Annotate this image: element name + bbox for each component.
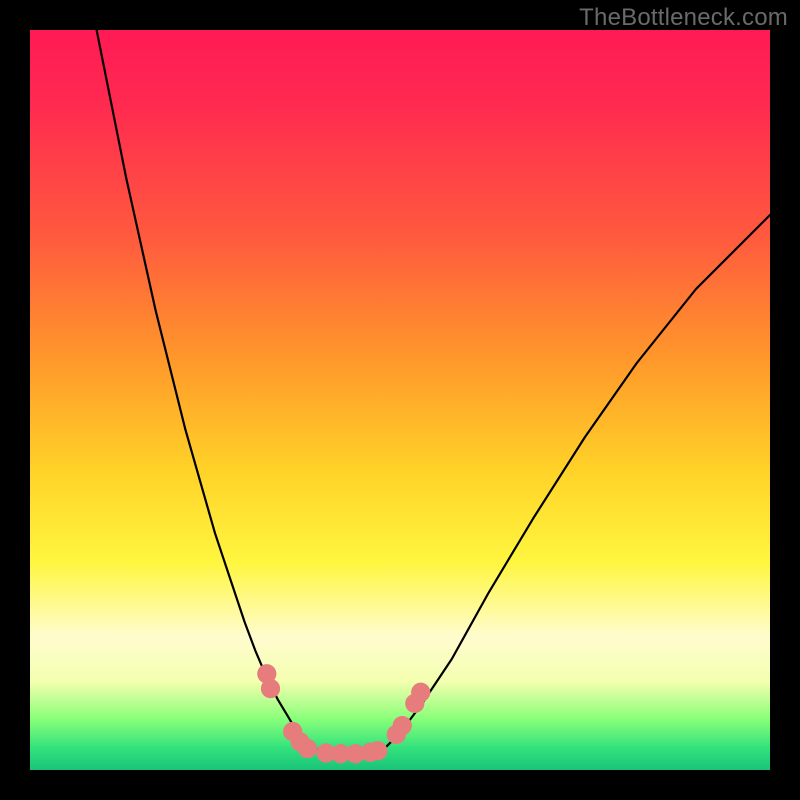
data-marker — [411, 683, 430, 702]
data-marker — [368, 741, 387, 760]
watermark-text: TheBottleneck.com — [579, 4, 788, 32]
data-marker — [298, 739, 317, 758]
data-marker — [393, 716, 412, 735]
data-markers — [257, 664, 430, 763]
chart-overlay — [30, 30, 770, 770]
curve-left-branch — [97, 30, 312, 748]
data-marker — [261, 679, 280, 698]
outer-frame: TheBottleneck.com — [0, 0, 800, 800]
curve-right-branch — [385, 215, 770, 748]
plot-area — [30, 30, 770, 770]
